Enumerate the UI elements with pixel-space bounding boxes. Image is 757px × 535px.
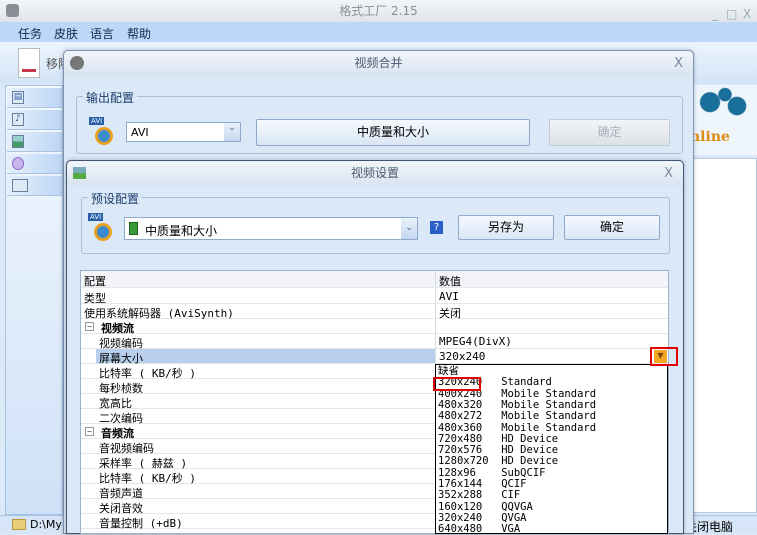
avi-format-icon: AVI bbox=[88, 213, 116, 245]
remove-icon[interactable] bbox=[18, 48, 40, 78]
highlight-box-option bbox=[433, 377, 481, 391]
help-icon[interactable]: ? bbox=[430, 221, 443, 234]
menu-skin[interactable]: 皮肤 bbox=[54, 25, 78, 42]
collapse-icon[interactable]: − bbox=[85, 322, 94, 331]
settings-app-icon bbox=[73, 167, 86, 179]
table-row[interactable]: 使用系统解码器 (AviSynth) 关闭 bbox=[81, 304, 668, 320]
sidebar-item-advanced[interactable] bbox=[7, 176, 62, 196]
avi-icon-label: AVI bbox=[88, 213, 104, 221]
row-value: 320x240 bbox=[439, 350, 486, 363]
preset-config-label: 预设配置 bbox=[88, 190, 143, 207]
settings-dialog-title: 视频设置 bbox=[350, 166, 399, 180]
picture-icon bbox=[12, 135, 24, 148]
world-map-icon bbox=[692, 87, 752, 125]
merge-dialog-title: 视频合并 bbox=[354, 56, 403, 70]
merge-dialog-close-button[interactable]: X bbox=[674, 51, 683, 76]
menu-language[interactable]: 语言 bbox=[90, 25, 114, 42]
dropdown-option[interactable]: 1280x720 HD Device bbox=[438, 456, 558, 468]
merge-ok-button[interactable]: 确定 bbox=[549, 119, 670, 146]
menu-help[interactable]: 帮助 bbox=[127, 25, 151, 42]
sidebar-item-audio[interactable]: ♪ bbox=[7, 110, 62, 130]
column-header-config: 配置 bbox=[84, 275, 106, 288]
film-reel-icon bbox=[70, 56, 84, 70]
settings-dialog-close-button[interactable]: X bbox=[664, 161, 673, 186]
merge-dialog-title-bar: 视频合并 X bbox=[64, 51, 693, 76]
settings-ok-button[interactable]: 确定 bbox=[564, 215, 660, 240]
settings-dialog-title-bar: 视频设置 X bbox=[67, 161, 683, 186]
highlight-box-arrow bbox=[650, 347, 678, 366]
avi-icon-label: AVI bbox=[89, 117, 105, 125]
sidebar-item-video[interactable]: ▤ bbox=[7, 88, 62, 108]
online-text: nline bbox=[690, 129, 730, 145]
app-title-bar: 格式工厂 2.15 _ □ X bbox=[0, 0, 757, 22]
dropdown-option[interactable]: 640x480 VGA bbox=[438, 523, 520, 533]
row-key: 音量控制 (+dB) bbox=[99, 517, 183, 530]
avi-format-icon: AVI bbox=[89, 117, 117, 149]
collapse-icon[interactable]: − bbox=[85, 427, 94, 436]
quality-level-icon bbox=[129, 222, 138, 235]
online-banner[interactable]: nline bbox=[690, 85, 757, 155]
app-logo-icon bbox=[6, 4, 19, 17]
task-list bbox=[690, 158, 757, 513]
dropdown-option[interactable]: 352x288 CIF bbox=[438, 489, 520, 501]
column-header-value: 数值 bbox=[439, 275, 461, 288]
chevron-down-icon[interactable]: ⌄ bbox=[401, 218, 417, 239]
table-header: 配置 数值 bbox=[81, 271, 668, 288]
output-format-value: AVI bbox=[131, 126, 149, 139]
sidebar-item-picture[interactable] bbox=[7, 132, 62, 152]
output-format-select[interactable]: AVI ⌄ bbox=[126, 122, 241, 142]
dropdown-option[interactable]: 480x272 Mobile Standard bbox=[438, 410, 596, 422]
sidebar: ▤ ♪ bbox=[5, 85, 63, 515]
preset-value: 中质量和大小 bbox=[145, 224, 218, 238]
save-as-button[interactable]: 另存为 bbox=[458, 215, 554, 240]
quality-preset-button[interactable]: 中质量和大小 bbox=[256, 119, 530, 146]
audio-icon: ♪ bbox=[12, 113, 24, 126]
sidebar-item-rom[interactable] bbox=[7, 154, 62, 174]
folder-icon[interactable] bbox=[12, 519, 26, 530]
preset-select[interactable]: 中质量和大小 ⌄ bbox=[124, 217, 418, 240]
table-row[interactable]: − 视频流 bbox=[81, 319, 668, 335]
advanced-icon bbox=[12, 179, 28, 192]
video-icon: ▤ bbox=[12, 91, 24, 104]
row-value: AVI bbox=[439, 290, 459, 303]
app-title: 格式工厂 2.15 bbox=[339, 4, 418, 18]
table-row[interactable]: 类型 AVI bbox=[81, 289, 668, 305]
menu-task[interactable]: 任务 bbox=[18, 25, 42, 42]
menu-bar: 任务 皮肤 语言 帮助 bbox=[0, 22, 757, 42]
table-row[interactable]: 视频编码 MPEG4(DivX) bbox=[81, 334, 668, 350]
chevron-down-icon[interactable]: ⌄ bbox=[224, 123, 240, 141]
row-value: MPEG4(DivX) bbox=[439, 335, 512, 348]
output-config-label: 输出配置 bbox=[83, 89, 138, 106]
disc-icon bbox=[12, 157, 24, 170]
table-row[interactable]: 屏幕大小 320x240 bbox=[81, 349, 668, 365]
